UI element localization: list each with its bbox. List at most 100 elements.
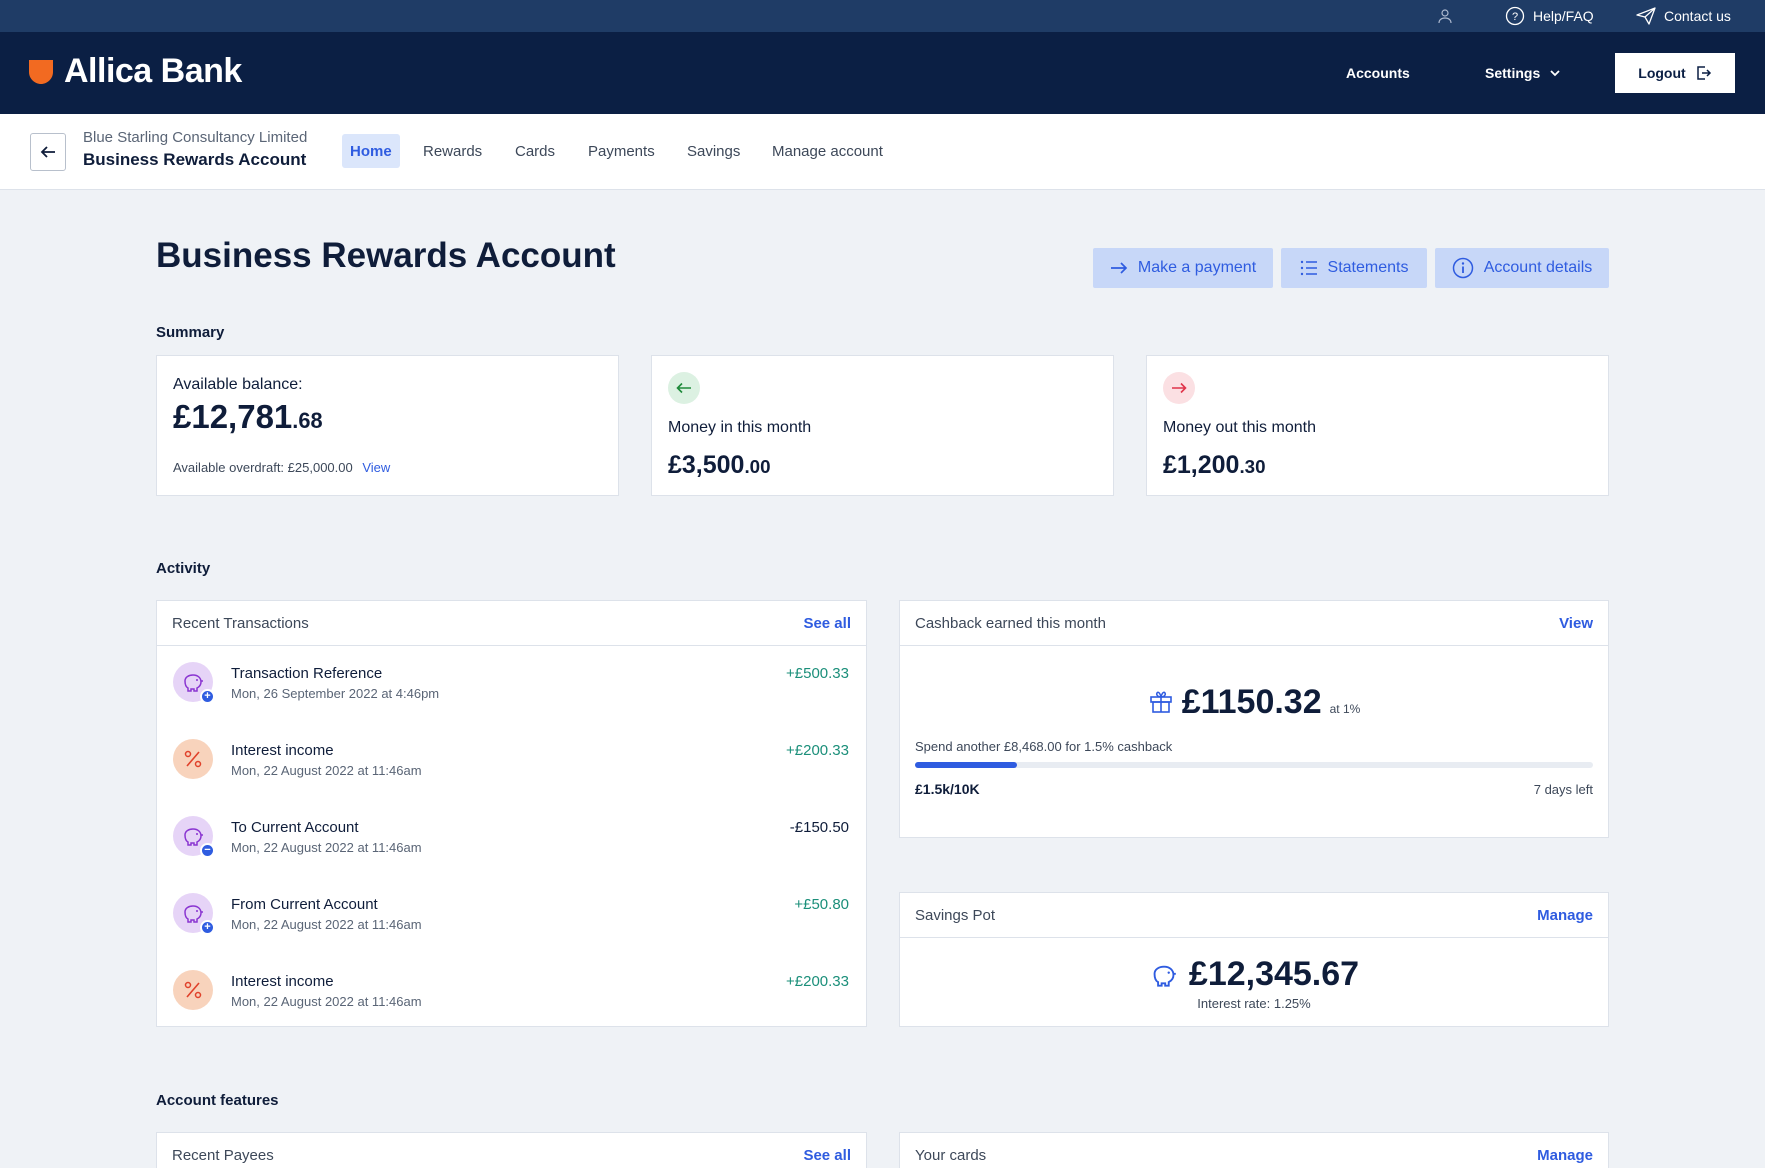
logout-label: Logout bbox=[1638, 65, 1686, 81]
logout-button[interactable]: Logout bbox=[1615, 53, 1735, 93]
transaction-row[interactable]: Interest income Mon, 22 August 2022 at 1… bbox=[157, 954, 865, 1031]
transaction-date: Mon, 22 August 2022 at 11:46am bbox=[231, 917, 422, 932]
money-out-pounds: £1,200 bbox=[1163, 451, 1240, 479]
transaction-date: Mon, 22 August 2022 at 11:46am bbox=[231, 763, 422, 778]
brand-name: Allica Bank bbox=[64, 52, 242, 90]
deposit-badge: + bbox=[200, 689, 215, 704]
balance-card: Available balance: £12,781.68 Available … bbox=[156, 355, 619, 496]
transaction-name: From Current Account bbox=[231, 896, 378, 913]
money-in-badge bbox=[668, 372, 700, 404]
settings-menu[interactable]: Settings bbox=[1485, 32, 1562, 114]
contact-us-link[interactable]: Contact us bbox=[1636, 0, 1731, 32]
brand-logo[interactable]: Allica Bank bbox=[28, 52, 242, 91]
overdraft-view-link[interactable]: View bbox=[362, 460, 390, 475]
money-in-pence: .00 bbox=[744, 456, 771, 477]
transaction-row[interactable]: + Transaction Reference Mon, 26 Septembe… bbox=[157, 646, 865, 723]
main-header: Allica Bank Accounts Settings Logout bbox=[0, 32, 1765, 114]
company-name: Blue Starling Consultancy Limited bbox=[83, 129, 308, 146]
chevron-down-icon bbox=[1548, 66, 1562, 80]
savings-manage-link[interactable]: Manage bbox=[1537, 907, 1593, 924]
account-details-button[interactable]: Account details bbox=[1435, 248, 1609, 288]
cashback-title: Cashback earned this month bbox=[915, 615, 1106, 632]
balance-label: Available balance: bbox=[173, 376, 303, 393]
money-out-label: Money out this month bbox=[1163, 419, 1316, 436]
money-in-card: Money in this month £3,500.00 bbox=[651, 355, 1114, 496]
money-in-amount: £3,500.00 bbox=[668, 451, 771, 480]
cashback-amount: £1150.32 bbox=[1181, 683, 1322, 721]
balance-pounds: £12,781 bbox=[173, 398, 293, 435]
svg-text:?: ? bbox=[1512, 11, 1518, 23]
recent-transactions-header: Recent Transactions See all bbox=[157, 601, 866, 646]
money-out-amount: £1,200.30 bbox=[1163, 451, 1266, 480]
statements-button[interactable]: Statements bbox=[1281, 248, 1427, 288]
tab-payments[interactable]: Payments bbox=[580, 134, 663, 168]
see-all-transactions-link[interactable]: See all bbox=[803, 615, 851, 632]
transaction-name: Interest income bbox=[231, 742, 334, 759]
savings-pot-title: Savings Pot bbox=[915, 907, 996, 924]
tab-savings[interactable]: Savings bbox=[679, 134, 748, 168]
transaction-date: Mon, 26 September 2022 at 4:46pm bbox=[231, 686, 440, 701]
statements-label: Statements bbox=[1327, 259, 1409, 276]
profile-button[interactable] bbox=[1437, 0, 1453, 32]
help-icon: ? bbox=[1505, 6, 1525, 26]
cashback-spend-note: Spend another £8,468.00 for 1.5% cashbac… bbox=[915, 739, 1173, 754]
transaction-row[interactable]: Interest income Mon, 22 August 2022 at 1… bbox=[157, 723, 865, 800]
make-payment-label: Make a payment bbox=[1137, 259, 1257, 276]
see-all-payees-link[interactable]: See all bbox=[803, 1147, 851, 1164]
tab-manage-account[interactable]: Manage account bbox=[764, 134, 891, 168]
transaction-amount: +£200.33 bbox=[786, 742, 849, 759]
withdrawal-badge: − bbox=[200, 843, 215, 858]
transaction-row[interactable]: + From Current Account Mon, 22 August 20… bbox=[157, 877, 865, 954]
account-name: Business Rewards Account bbox=[83, 150, 307, 169]
make-payment-button[interactable]: Make a payment bbox=[1093, 248, 1273, 288]
percent-icon bbox=[173, 970, 213, 1010]
account-features-heading: Account features bbox=[156, 1092, 279, 1109]
accounts-nav[interactable]: Accounts bbox=[1346, 32, 1410, 114]
settings-label: Settings bbox=[1485, 65, 1541, 81]
your-cards-header: Your cards Manage bbox=[900, 1133, 1608, 1168]
cashback-progress-track bbox=[915, 762, 1593, 768]
recent-transactions-title: Recent Transactions bbox=[172, 615, 309, 632]
cashback-amount-row: £1150.32 at 1% bbox=[900, 683, 1608, 722]
cashback-card: Cashback earned this month View £1150.32… bbox=[899, 600, 1609, 838]
savings-amount: £12,345.67 bbox=[1188, 955, 1360, 993]
arrow-left-icon bbox=[39, 143, 57, 161]
transaction-row[interactable]: − To Current Account Mon, 22 August 2022… bbox=[157, 800, 865, 877]
percent-icon bbox=[173, 739, 213, 779]
cashback-view-link[interactable]: View bbox=[1559, 615, 1593, 632]
savings-amount-row: £12,345.67 bbox=[900, 955, 1608, 994]
help-faq-link[interactable]: ? Help/FAQ bbox=[1505, 0, 1594, 32]
deposit-badge: + bbox=[200, 920, 215, 935]
transaction-name: Interest income bbox=[231, 973, 334, 990]
contact-us-label: Contact us bbox=[1664, 8, 1731, 24]
transaction-amount: +£50.80 bbox=[794, 896, 849, 913]
accounts-label: Accounts bbox=[1346, 65, 1410, 81]
overdraft-row: Available overdraft: £25,000.00 View bbox=[173, 460, 390, 475]
recent-payees-card: Recent Payees See all bbox=[156, 1132, 867, 1168]
help-faq-label: Help/FAQ bbox=[1533, 8, 1594, 24]
account-subnav: Blue Starling Consultancy Limited Busine… bbox=[0, 114, 1765, 190]
tab-rewards[interactable]: Rewards bbox=[415, 134, 490, 168]
back-button[interactable] bbox=[30, 133, 66, 171]
logout-icon bbox=[1696, 65, 1712, 81]
piggy-bank-icon bbox=[1149, 962, 1179, 988]
tab-home[interactable]: Home bbox=[342, 134, 400, 168]
savings-pot-header: Savings Pot Manage bbox=[900, 893, 1608, 938]
balance-amount: £12,781.68 bbox=[173, 398, 323, 436]
cashback-progress-label: £1.5k/10K bbox=[915, 781, 980, 797]
gift-icon bbox=[1148, 688, 1174, 714]
cards-manage-link[interactable]: Manage bbox=[1537, 1147, 1593, 1164]
arrow-right-icon bbox=[1171, 382, 1187, 394]
transaction-name: Transaction Reference bbox=[231, 665, 383, 682]
tab-cards[interactable]: Cards bbox=[507, 134, 563, 168]
savings-pot-card: Savings Pot Manage £12,345.67 Interest r… bbox=[899, 892, 1609, 1027]
money-in-label: Money in this month bbox=[668, 419, 812, 436]
savings-interest-rate: Interest rate: 1.25% bbox=[1197, 996, 1311, 1011]
transaction-date: Mon, 22 August 2022 at 11:46am bbox=[231, 994, 422, 1009]
recent-payees-title: Recent Payees bbox=[172, 1147, 274, 1164]
transaction-amount: +£200.33 bbox=[786, 973, 849, 990]
your-cards-card: Your cards Manage bbox=[899, 1132, 1609, 1168]
transaction-name: To Current Account bbox=[231, 819, 359, 836]
user-icon bbox=[1437, 8, 1453, 24]
cashback-header: Cashback earned this month View bbox=[900, 601, 1608, 646]
